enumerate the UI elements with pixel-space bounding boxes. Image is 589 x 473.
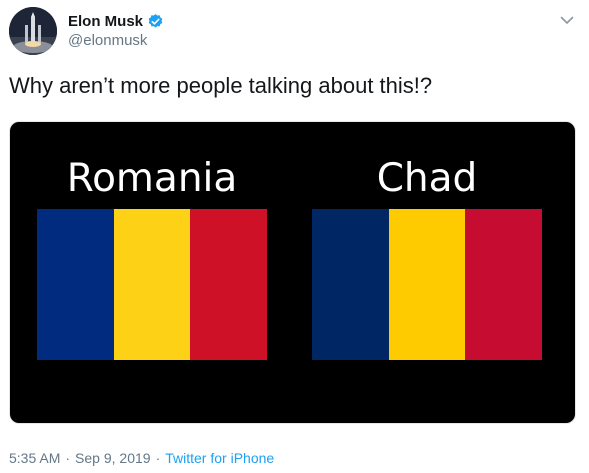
tweet-date[interactable]: Sep 9, 2019 — [75, 450, 151, 466]
flag-stripe-yellow — [113, 209, 191, 360]
flag-stripe-red — [465, 209, 543, 360]
verified-badge-icon — [147, 13, 164, 30]
author-handle[interactable]: @elonmusk — [68, 32, 147, 49]
flag-stripe-blue — [37, 209, 114, 360]
author-name-row: Elon Musk — [68, 11, 164, 31]
author-name[interactable]: Elon Musk — [68, 13, 143, 30]
chevron-down-icon[interactable] — [559, 12, 575, 28]
tweet-media-image[interactable]: Romania Chad — [9, 121, 576, 424]
flag-stripe-blue — [312, 209, 389, 360]
tweet-footer: 5:35 AM · Sep 9, 2019 · Twitter for iPho… — [9, 450, 274, 466]
tweet-time[interactable]: 5:35 AM — [9, 450, 60, 466]
tweet-source-link[interactable]: Twitter for iPhone — [165, 450, 274, 466]
flag-romania — [37, 209, 268, 360]
tweet-text: Why aren’t more people talking about thi… — [9, 73, 433, 98]
flag-stripe-yellow — [388, 209, 466, 360]
flag-chad — [312, 209, 543, 360]
footer-separator: · — [155, 450, 161, 466]
tweet: Elon Musk @elonmusk Why aren’t more peop… — [0, 0, 589, 473]
flag-label: Chad — [376, 156, 478, 201]
footer-separator: · — [65, 450, 71, 466]
flag-label: Romania — [66, 156, 238, 201]
avatar[interactable] — [9, 7, 57, 55]
rocket-launch-avatar-icon — [9, 7, 57, 55]
flag-stripe-red — [190, 209, 268, 360]
